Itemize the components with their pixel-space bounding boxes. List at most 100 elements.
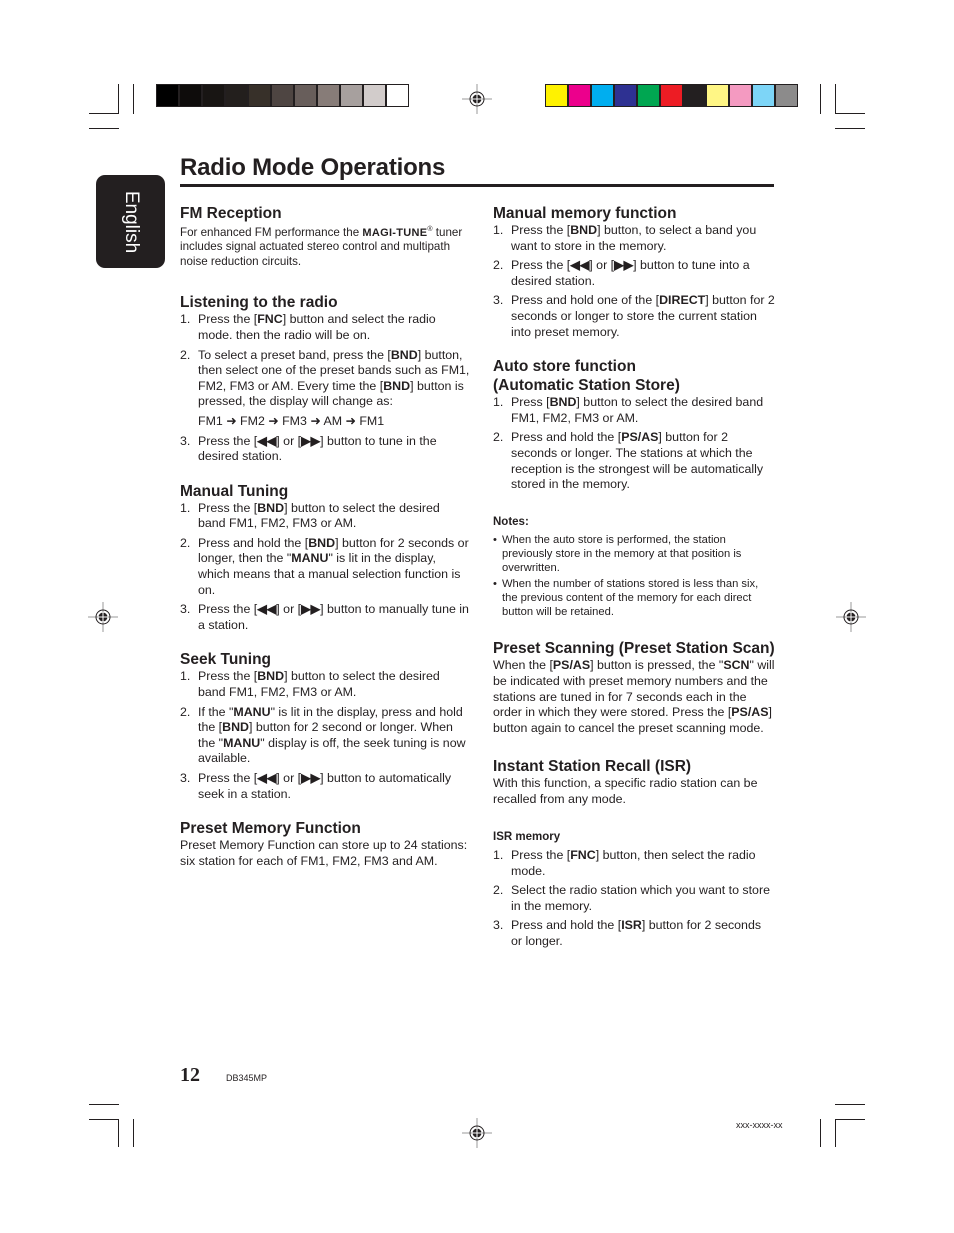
color-swatch	[638, 85, 661, 106]
step-number: 2.	[180, 535, 191, 550]
step-item: 1. Press the [FNC] button, then select th…	[493, 848, 775, 879]
step-number: 3.	[180, 602, 191, 617]
page-number: 12	[180, 1064, 200, 1086]
color-swatch	[615, 85, 638, 106]
button-label: FNC	[570, 848, 596, 863]
section-manual-memory: Manual memory function 1. Press the [BND]…	[493, 204, 775, 340]
body-text: ] button is pressed, the "	[590, 658, 724, 673]
section-auto-store: Auto store function (Automatic Station St…	[493, 357, 775, 493]
step-number: 1.	[493, 848, 504, 863]
section-preset-memory: Preset Memory Function Preset Memory Fun…	[180, 819, 470, 869]
step-item: 2. Select the radio station which you wan…	[493, 883, 775, 914]
step-number: 1.	[493, 223, 504, 237]
model-number: DB345MP	[226, 1073, 268, 1083]
step-list: 1. Press the [BND] button to select the d…	[180, 501, 470, 634]
part-code: xxx-xxxx-xx	[736, 1120, 783, 1130]
body-text: Select the radio station which you want …	[511, 883, 770, 913]
crop-mark	[133, 84, 134, 114]
crop-mark	[820, 1119, 821, 1147]
crop-mark	[820, 84, 821, 114]
crop-mark	[118, 84, 119, 114]
color-swatch	[180, 85, 203, 106]
body-text: Press and hold the [	[511, 430, 622, 445]
body-text: When the [	[493, 658, 553, 673]
body-text: Press the [	[198, 500, 258, 515]
step-item: 3. Press the [◀◀] or [▶▶] button to manua…	[180, 602, 470, 633]
step-list: 1. Press the [BND] button to select the d…	[180, 669, 470, 802]
note-item: • When the number of stations stored is l…	[493, 577, 775, 619]
step-number: 3.	[180, 771, 191, 786]
registration-mark-icon	[88, 602, 118, 632]
color-swatch	[707, 85, 730, 106]
button-label: ▶▶	[301, 771, 321, 786]
registration-mark-icon	[462, 84, 492, 114]
step-list: 1. Press [BND] button to select the desir…	[493, 395, 775, 493]
grayscale-calibration-bar	[156, 84, 409, 107]
color-calibration-bar	[545, 84, 798, 107]
step-item: 2. Press the [◀◀] or [▶▶] button to tune …	[493, 258, 775, 289]
body-text: Press [	[511, 395, 550, 410]
step-number: 2.	[180, 347, 191, 362]
section-heading: Preset Memory Function	[180, 820, 361, 838]
color-swatch	[684, 85, 707, 106]
step-number: 2.	[493, 883, 504, 898]
button-label: DIRECT	[659, 293, 706, 308]
button-label: PS/AS	[552, 658, 591, 673]
button-label: ▶▶	[301, 602, 321, 617]
button-label: MANU	[223, 735, 261, 750]
step-number: 3.	[493, 293, 504, 308]
crop-mark	[835, 113, 865, 114]
step-number: 2.	[180, 704, 191, 719]
section-heading: Listening to the radio	[180, 294, 338, 312]
color-swatch	[249, 85, 272, 106]
section-heading: FM Reception	[180, 205, 282, 222]
section-body: For enhanced FM performance the MAGI-TUN…	[180, 223, 470, 269]
button-label: BND	[308, 535, 336, 550]
section-heading: Seek Tuning	[180, 651, 272, 669]
step-item: 3. Press and hold one of the [DIRECT] but…	[493, 293, 775, 340]
section-listening: Listening to the radio 1. Press the [FNC]…	[180, 293, 470, 464]
button-label: BND	[549, 395, 577, 410]
title-divider	[180, 184, 774, 187]
body-text: Press the [	[511, 848, 571, 863]
color-swatch	[341, 85, 364, 106]
step-number: 2.	[493, 258, 504, 273]
registration-mark-icon	[836, 602, 866, 632]
bullet-icon: •	[493, 534, 497, 547]
crop-mark	[835, 84, 836, 114]
step-item: 3. Press and hold the [ISR] button for 2 …	[493, 918, 775, 949]
color-swatch	[753, 85, 776, 106]
language-tab: English	[96, 175, 165, 268]
section-body: Preset Memory Function can store up to 2…	[180, 838, 468, 868]
button-label: BND	[570, 223, 598, 237]
registration-mark-icon	[462, 1118, 492, 1148]
body-text: Press the [	[511, 258, 571, 273]
heading-line: Auto store function	[493, 358, 636, 376]
crop-mark	[835, 1119, 865, 1120]
button-label: ◀◀	[570, 258, 590, 273]
notes-heading: Notes:	[493, 515, 529, 528]
section-heading: Auto store function (Automatic Station St…	[493, 357, 775, 395]
button-label: SCN	[723, 658, 750, 673]
step-list: 1. Press the [BND] button, to select a ba…	[493, 223, 775, 340]
color-swatch	[546, 85, 569, 106]
body-text: To select a preset band, press the [	[198, 347, 391, 362]
button-label: ◀◀	[257, 433, 277, 448]
bullet-icon: •	[493, 578, 497, 591]
step-item: 2. Press and hold the [PS/AS] button for …	[493, 430, 775, 492]
crop-mark	[835, 128, 865, 129]
step-item: 3. Press the [◀◀] or [▶▶] button to autom…	[180, 771, 470, 802]
step-number: 3.	[493, 918, 504, 933]
color-swatch	[776, 85, 797, 106]
body-text: Press the [	[198, 602, 258, 617]
body-text: ] or [	[276, 771, 302, 786]
heading-line: (Automatic Station Store)	[493, 377, 680, 395]
section-heading: Manual memory function	[493, 205, 677, 222]
section-body: When the [PS/AS] button is pressed, the …	[493, 658, 775, 736]
section-preset-scanning: Preset Scanning (Preset Station Scan) Wh…	[493, 639, 775, 736]
step-number: 3.	[180, 433, 191, 448]
step-item: 1. Press the [FNC] button and select the …	[180, 312, 470, 343]
body-text: Press and hold the [	[198, 535, 309, 550]
section-heading: Manual Tuning	[180, 482, 289, 500]
step-item: 2. To select a preset band, press the [BN…	[180, 348, 470, 410]
